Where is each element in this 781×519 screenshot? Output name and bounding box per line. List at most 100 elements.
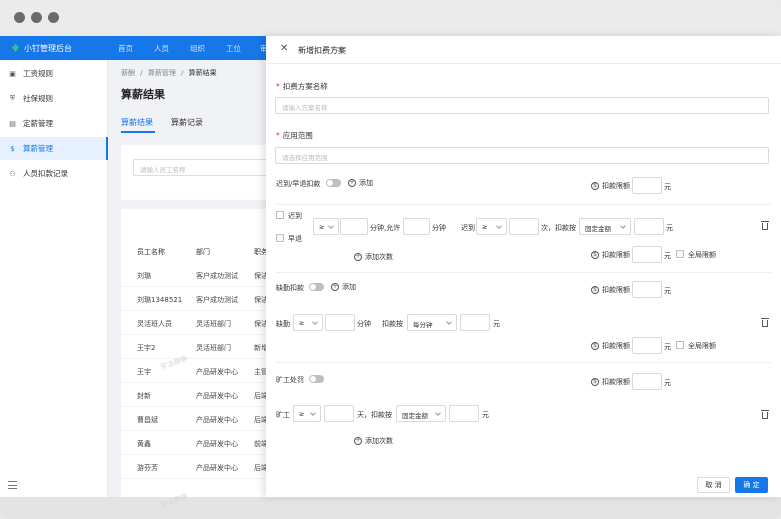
window-maximize-dot[interactable] xyxy=(48,12,59,23)
table-cell: 产品研发中心 xyxy=(196,392,238,400)
absence-add-button[interactable]: + 添加 xyxy=(331,282,356,292)
late-add-button[interactable]: + 添加 xyxy=(348,178,373,188)
table-cell: 产品研发中心 xyxy=(196,368,238,376)
app-logo[interactable]: 小钉管理后台 xyxy=(0,36,108,60)
sidebar-item-label: 工资规则 xyxy=(23,69,53,78)
trash-icon[interactable] xyxy=(761,318,769,327)
table-cell: 产品研发中心 xyxy=(196,440,238,448)
absent-work-operator-select[interactable]: ≥ xyxy=(293,405,321,422)
global-limit-label: 全局限额 xyxy=(688,251,716,259)
late-word: 迟到 xyxy=(461,224,475,232)
late-add-times-button[interactable]: + 添加次数 xyxy=(354,252,393,262)
unit-label: 元 xyxy=(664,287,671,295)
confirm-button[interactable]: 确 定 xyxy=(735,477,768,493)
table-row[interactable]: 黄鑫 产品研发中心 前端 xyxy=(121,431,268,455)
window-minimize-dot[interactable] xyxy=(31,12,42,23)
cancel-button[interactable]: 取 消 xyxy=(697,477,730,493)
employee-search-input[interactable]: 请输入员工名称 xyxy=(133,159,273,176)
allowed-minutes-input[interactable] xyxy=(403,218,430,235)
table-cell: 刘璐13485​21 xyxy=(137,296,183,304)
table-row[interactable]: 刘璐13485​21 客户成功测试 保洁 xyxy=(121,287,268,311)
logo-icon xyxy=(12,44,19,52)
absent-work-word: 旷工 xyxy=(276,411,290,419)
table-cell: 客户成功测试 xyxy=(196,272,238,280)
late-global-limit-checkbox[interactable] xyxy=(676,250,684,258)
nav-people[interactable]: 人员 xyxy=(154,43,169,54)
late-checkbox[interactable] xyxy=(276,211,284,219)
tab-payroll-results[interactable]: 算薪结果 xyxy=(121,117,153,128)
breadcrumb-item[interactable]: 薪酬 xyxy=(121,69,135,77)
absent-work-mode-select[interactable]: 固定金额 xyxy=(396,405,446,422)
late-limit-label: $ 扣款限额 xyxy=(591,181,630,191)
absence-limit-input[interactable] xyxy=(632,281,662,298)
sidebar-item-salary-rules[interactable]: ▣ 工资规则 xyxy=(0,62,108,85)
absence-operator-select[interactable]: ≥ xyxy=(293,314,323,331)
unit-label: 元 xyxy=(482,411,489,419)
absent-word: 缺勤 xyxy=(276,320,290,328)
late-amount-input[interactable] xyxy=(634,218,664,235)
calendar-icon: ▣ xyxy=(9,69,16,78)
table-row[interactable]: 曹昌斌 产品研发中心 后端 xyxy=(121,407,268,431)
absence-mode-select[interactable]: 每分钟 xyxy=(407,314,457,331)
breadcrumb-item[interactable]: 算薪管理 xyxy=(148,69,176,77)
late-minutes-input[interactable] xyxy=(340,218,368,235)
unit-label: 元 xyxy=(664,343,671,351)
absence-toggle[interactable] xyxy=(309,283,324,291)
absent-work-days-input[interactable] xyxy=(324,405,354,422)
late-limit-input[interactable] xyxy=(632,177,662,194)
plus-circle-icon: + xyxy=(331,283,339,291)
nav-home[interactable]: 首页 xyxy=(118,43,133,54)
drawer-header: ✕ 新增扣费方案 xyxy=(266,36,781,64)
absent-work-limit-input[interactable] xyxy=(632,373,662,390)
sidebar-item-payroll[interactable]: $ 算薪管理 xyxy=(0,137,108,160)
window-close-dot[interactable] xyxy=(14,12,25,23)
late-operator-select[interactable]: ≥ xyxy=(313,218,339,235)
table-row[interactable]: 王宇 产品研发中心 主管 xyxy=(121,359,268,383)
minutes-label: 分钟 xyxy=(432,224,446,232)
trash-icon[interactable] xyxy=(761,221,769,230)
late-early-toggle[interactable] xyxy=(326,179,341,187)
window: 小钉管理后台 ▣ 工资规则 ⛨ 社保规则 ▤ 定薪管理 $ 算薪管理 ⚇ 人员扣… xyxy=(0,0,781,519)
results-table: 员工名称 部门 职务 刘璐 客户成功测试 保洁 刘璐13485​21 客户成功测试 保洁灵… xyxy=(121,209,268,497)
absent-work-add-times-button[interactable]: + 添加次数 xyxy=(354,436,393,446)
absent-work-toggle[interactable] xyxy=(309,375,324,383)
sidebar-item-label: 算薪管理 xyxy=(23,144,53,153)
absence-rule-limit-label: $ 扣款限额 xyxy=(591,341,630,351)
scope-select[interactable]: 请选择应用范围 xyxy=(275,147,769,164)
sidebar-item-deduction-records[interactable]: ⚇ 人员扣款记录 xyxy=(0,162,108,185)
column-header: 部门 xyxy=(196,248,210,256)
table-row[interactable]: 灵活班人员 灵活班部门 保洁 xyxy=(121,311,268,335)
days-deduct-label: 天，扣款按 xyxy=(357,411,392,419)
global-limit-label: 全局限额 xyxy=(688,342,716,350)
table-cell: 黄鑫 xyxy=(137,440,151,448)
sidebar-item-fixed-salary[interactable]: ▤ 定薪管理 xyxy=(0,112,108,135)
sidebar-item-label: 社保规则 xyxy=(23,94,53,103)
late-rule-limit-input[interactable] xyxy=(632,246,662,263)
nav-station[interactable]: 工位 xyxy=(226,43,241,54)
absence-minutes-input[interactable] xyxy=(325,314,355,331)
absence-global-limit-checkbox[interactable] xyxy=(676,341,684,349)
close-icon[interactable]: ✕ xyxy=(280,44,288,54)
dollar-circle-icon: $ xyxy=(591,378,599,386)
table-row[interactable]: 王宇2 灵活班部门 新增 xyxy=(121,335,268,359)
table-cell: 王宇2 xyxy=(137,344,156,352)
plan-name-input[interactable]: 请输入方案名称 xyxy=(275,97,769,114)
table-row[interactable]: 刘璐 客户成功测试 保洁 xyxy=(121,263,268,287)
early-checkbox[interactable] xyxy=(276,234,284,242)
trash-icon[interactable] xyxy=(761,410,769,419)
late-count-operator-select[interactable]: ≥ xyxy=(476,218,507,235)
early-checkbox-label: 早退 xyxy=(288,235,302,243)
absence-rule-limit-input[interactable] xyxy=(632,337,662,354)
table-row[interactable]: 游芬芳 产品研发中心 后端 xyxy=(121,455,268,479)
late-count-input[interactable] xyxy=(509,218,539,235)
app-title: 小钉管理后台 xyxy=(24,43,72,53)
absence-amount-input[interactable] xyxy=(460,314,490,331)
sidebar-item-social-security[interactable]: ⛨ 社保规则 xyxy=(0,87,108,110)
divider xyxy=(276,204,771,205)
menu-collapse-icon[interactable] xyxy=(8,481,17,489)
absent-work-amount-input[interactable] xyxy=(449,405,479,422)
tab-payroll-records[interactable]: 算薪记录 xyxy=(171,117,203,128)
nav-org[interactable]: 组织 xyxy=(190,43,205,54)
late-deduct-mode-select[interactable]: 固定金额 xyxy=(579,218,631,235)
table-row[interactable]: 封新 产品研发中心 后端 xyxy=(121,383,268,407)
